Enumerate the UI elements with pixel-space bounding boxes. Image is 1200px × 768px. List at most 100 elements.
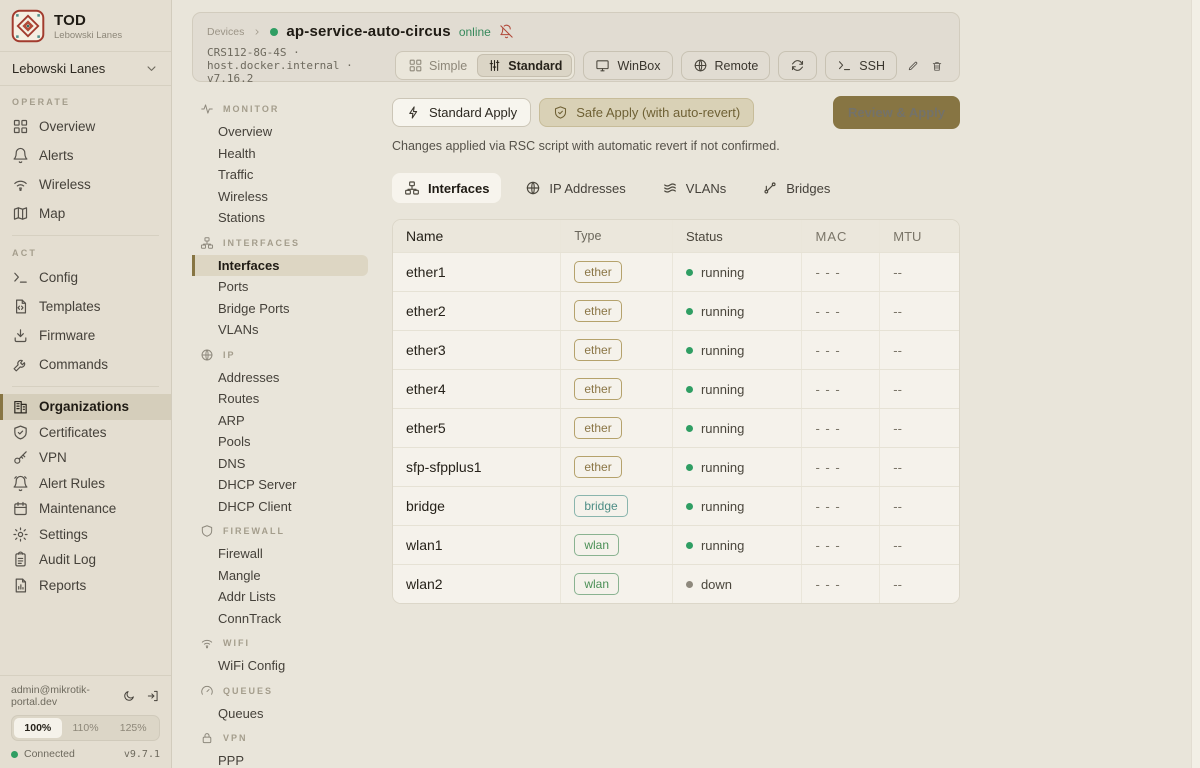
remote-button[interactable]: Remote <box>681 51 771 80</box>
brand-logo-icon <box>11 9 45 43</box>
theme-toggle-icon[interactable] <box>122 689 136 703</box>
table-row[interactable]: ether2etherrunning- - --- <box>393 291 959 330</box>
view-mode-standard[interactable]: Standard <box>477 54 572 77</box>
subnav-item-addr-lists[interactable]: Addr Lists <box>192 586 368 608</box>
sidebar-item-label: Audit Log <box>39 552 96 567</box>
view-mode-toggle: Simple Standard <box>395 51 575 80</box>
interface-name: ether5 <box>393 409 560 447</box>
org-selector[interactable]: Lebowski Lanes <box>0 52 171 85</box>
column-header-status: Status <box>672 220 802 252</box>
sidebar-item-settings[interactable]: Settings <box>0 522 171 548</box>
subnav-item-ppp[interactable]: PPP <box>192 750 368 768</box>
sidebar-item-maintenance[interactable]: Maintenance <box>0 496 171 522</box>
table-row[interactable]: wlan2wlandown- - --- <box>393 564 959 603</box>
type-badge: ether <box>574 417 621 439</box>
refresh-button[interactable] <box>778 51 817 80</box>
user-email: admin@mikrotik-portal.dev <box>11 684 122 708</box>
subnav-item-dhcp-server[interactable]: DHCP Server <box>192 474 368 496</box>
device-actions: Simple Standard WinBox Remote <box>395 51 945 80</box>
sidebar-item-config[interactable]: Config <box>0 263 171 292</box>
subnav-item-addresses[interactable]: Addresses <box>192 367 368 389</box>
subnav-item-stations[interactable]: Stations <box>192 207 368 229</box>
sidebar-item-wireless[interactable]: Wireless <box>0 170 171 199</box>
edit-device-icon[interactable] <box>905 58 921 74</box>
standard-apply-button[interactable]: Standard Apply <box>392 98 531 127</box>
table-row[interactable]: wlan1wlanrunning- - --- <box>393 525 959 564</box>
scrollbar-track[interactable] <box>1191 0 1200 768</box>
subnav-item-overview[interactable]: Overview <box>192 121 368 143</box>
subnav-item-traffic[interactable]: Traffic <box>192 164 368 186</box>
tab-vlans[interactable]: VLANs <box>650 173 738 203</box>
table-row[interactable]: ether5etherrunning- - --- <box>393 408 959 447</box>
subnav-item-firewall[interactable]: Firewall <box>192 543 368 565</box>
subnav-item-bridge-ports[interactable]: Bridge Ports <box>192 298 368 320</box>
subnav-item-queues[interactable]: Queues <box>192 703 368 725</box>
file-chart-icon <box>12 577 29 594</box>
subnav-section-text: MONITOR <box>223 104 279 114</box>
subnav-item-wifi-config[interactable]: WiFi Config <box>192 655 368 677</box>
subnav-item-arp[interactable]: ARP <box>192 410 368 432</box>
logout-icon[interactable] <box>146 689 160 703</box>
subnav-item-pools[interactable]: Pools <box>192 431 368 453</box>
subnav-item-dhcp-client[interactable]: DHCP Client <box>192 496 368 518</box>
table-row[interactable]: ether1etherrunning- - --- <box>393 252 959 291</box>
notifications-muted-icon[interactable] <box>499 24 514 39</box>
sidebar-item-reports[interactable]: Reports <box>0 573 171 599</box>
sidebar-footer: admin@mikrotik-portal.dev 100%110%125% C… <box>0 675 171 768</box>
subnav-item-dns[interactable]: DNS <box>192 453 368 475</box>
table-row[interactable]: bridgebridgerunning- - --- <box>393 486 959 525</box>
subnav-section-label-monitor: MONITOR <box>192 100 390 118</box>
sidebar-item-alerts[interactable]: Alerts <box>0 141 171 170</box>
subnav-item-routes[interactable]: Routes <box>192 388 368 410</box>
tab-bridges[interactable]: Bridges <box>750 173 842 203</box>
review-apply-button[interactable]: Review & Apply <box>833 96 960 129</box>
ssh-button[interactable]: SSH <box>825 51 897 80</box>
winbox-label: WinBox <box>617 59 660 73</box>
table-row[interactable]: ether3etherrunning- - --- <box>393 330 959 369</box>
tab-interfaces[interactable]: Interfaces <box>392 173 501 203</box>
apply-toolbar: Standard Apply Safe Apply (with auto-rev… <box>392 96 960 129</box>
globe-icon <box>525 180 541 196</box>
safe-apply-label: Safe Apply (with auto-revert) <box>576 105 740 120</box>
zoom-option-110[interactable]: 110% <box>62 718 110 738</box>
network-icon <box>404 180 420 196</box>
sidebar-item-audit-log[interactable]: Audit Log <box>0 547 171 573</box>
sidebar-item-templates[interactable]: Templates <box>0 292 171 321</box>
mtu-cell: -- <box>879 487 959 525</box>
key-icon <box>12 449 29 466</box>
sidebar-item-label: Organizations <box>39 399 129 414</box>
subnav-item-interfaces[interactable]: Interfaces <box>192 255 368 277</box>
sidebar-item-vpn[interactable]: VPN <box>0 445 171 471</box>
device-online-dot <box>270 28 278 36</box>
mtu-cell: -- <box>879 565 959 603</box>
subnav-item-mangle[interactable]: Mangle <box>192 565 368 587</box>
sidebar-item-map[interactable]: Map <box>0 199 171 228</box>
winbox-button[interactable]: WinBox <box>583 51 672 80</box>
sidebar-item-certificates[interactable]: Certificates <box>0 420 171 446</box>
safe-apply-button[interactable]: Safe Apply (with auto-revert) <box>539 98 754 127</box>
zoom-option-100[interactable]: 100% <box>14 718 62 738</box>
subnav-item-health[interactable]: Health <box>192 143 368 165</box>
zoom-option-125[interactable]: 125% <box>109 718 157 738</box>
sidebar-item-organizations[interactable]: Organizations <box>0 394 171 420</box>
delete-device-icon[interactable] <box>929 58 945 74</box>
subnav-item-ports[interactable]: Ports <box>192 276 368 298</box>
subnav-item-wireless[interactable]: Wireless <box>192 186 368 208</box>
sidebar-item-overview[interactable]: Overview <box>0 112 171 141</box>
sidebar-item-commands[interactable]: Commands <box>0 350 171 379</box>
view-mode-simple[interactable]: Simple <box>398 54 477 77</box>
bell-ring-icon <box>12 475 29 492</box>
breadcrumb-devices[interactable]: Devices <box>207 26 244 38</box>
sidebar-item-alert-rules[interactable]: Alert Rules <box>0 471 171 497</box>
status-dot <box>686 464 693 471</box>
sidebar-item-label: Map <box>39 206 65 221</box>
table-row[interactable]: ether4etherrunning- - --- <box>393 369 959 408</box>
table-row[interactable]: sfp-sfpplus1etherrunning- - --- <box>393 447 959 486</box>
subnav-item-conntrack[interactable]: ConnTrack <box>192 608 368 630</box>
mtu-cell: -- <box>879 370 959 408</box>
subnav-item-vlans[interactable]: VLANs <box>192 319 368 341</box>
sidebar-item-firmware[interactable]: Firmware <box>0 321 171 350</box>
tab-label: IP Addresses <box>549 181 625 196</box>
tab-ip-addresses[interactable]: IP Addresses <box>513 173 637 203</box>
subnav-section-label-interfaces: INTERFACES <box>192 234 390 252</box>
